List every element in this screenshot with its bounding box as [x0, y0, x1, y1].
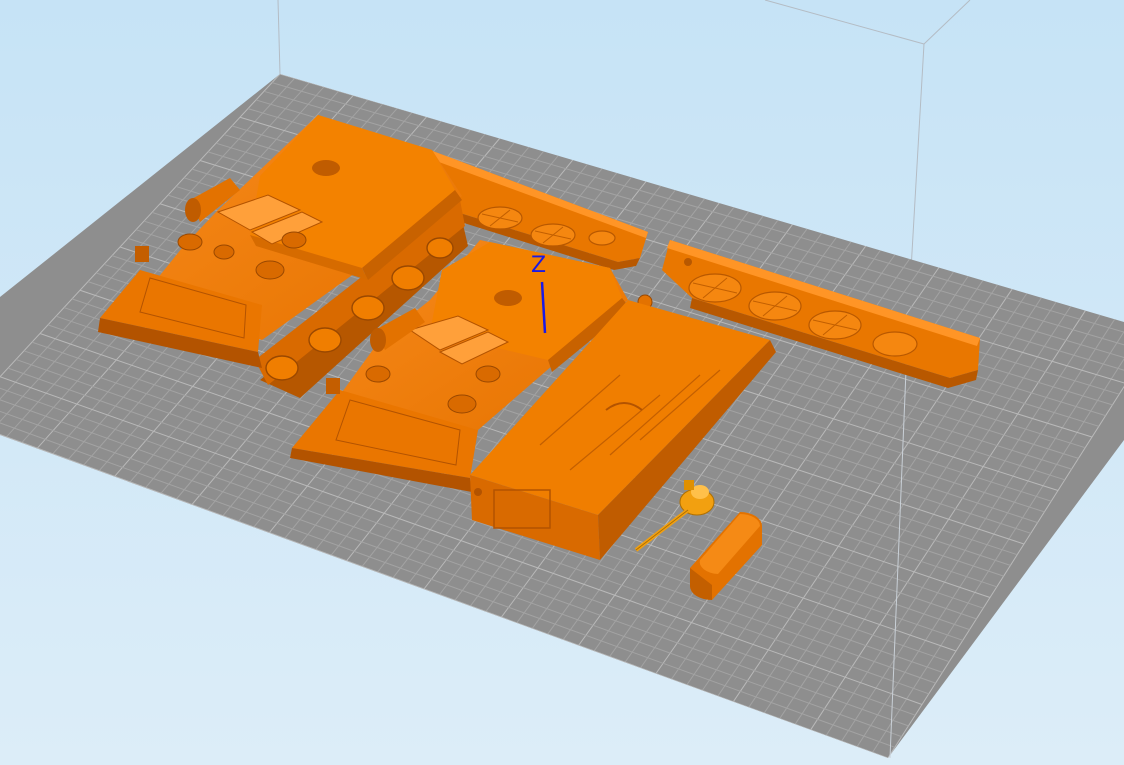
scene-canvas[interactable]: Z	[0, 0, 1124, 765]
hull-left-bracket	[135, 246, 149, 262]
hull-center-hatch	[494, 290, 522, 306]
hull-left-hatch	[312, 160, 340, 176]
3d-viewport[interactable]: Z	[0, 0, 1124, 765]
z-axis-label: Z	[531, 253, 546, 278]
